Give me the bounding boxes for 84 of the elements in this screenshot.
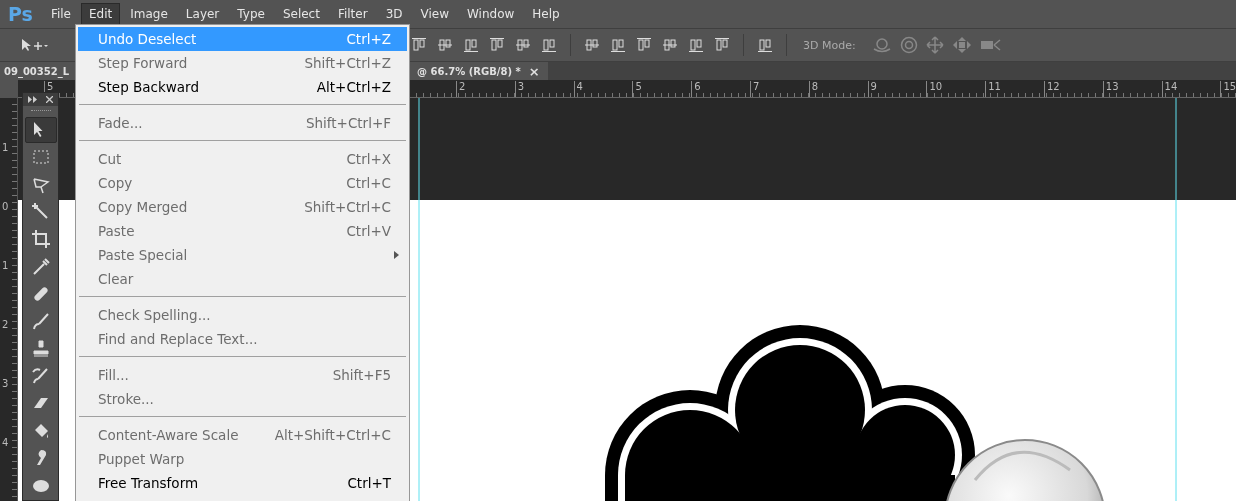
collapse-icon[interactable] bbox=[27, 95, 37, 103]
ruler-label: 15 bbox=[1220, 81, 1236, 97]
option-label: Check Spelling... bbox=[98, 307, 211, 323]
menu-option[interactable]: Free Transform Ctrl+T bbox=[78, 471, 407, 495]
menu-item[interactable]: Type bbox=[229, 3, 273, 25]
align-bottom-icon[interactable] bbox=[463, 37, 479, 53]
document-title: @ 66.7% (RGB/8) * bbox=[417, 65, 521, 77]
ruler-label: 13 bbox=[1102, 81, 1119, 97]
option-label: Step Forward bbox=[98, 55, 188, 71]
menu-item[interactable]: 3D bbox=[377, 3, 411, 25]
move-tool-preset[interactable] bbox=[20, 37, 48, 53]
option-label: Clear bbox=[98, 271, 134, 287]
menu-item[interactable]: Image bbox=[122, 3, 176, 25]
shortcut-label: Ctrl+C bbox=[346, 175, 391, 191]
menu-item[interactable]: Filter bbox=[329, 3, 376, 25]
shortcut-label: Shift+Ctrl+F bbox=[305, 115, 391, 131]
ruler-label: 3 bbox=[514, 81, 525, 97]
shortcut-label: Ctrl+Z bbox=[346, 31, 391, 47]
distribute-top-icon[interactable] bbox=[584, 37, 600, 53]
ruler-label: 1 bbox=[2, 260, 9, 271]
option-label: Copy Merged bbox=[98, 199, 188, 215]
option-label: Puppet Warp bbox=[98, 451, 185, 467]
auto-align-icon[interactable] bbox=[757, 37, 773, 53]
menu-item[interactable]: Select bbox=[274, 3, 328, 25]
ruler-label: 12 bbox=[1044, 81, 1060, 97]
close-icon[interactable] bbox=[46, 95, 54, 103]
ruler-label: 1 bbox=[2, 142, 9, 153]
ruler-label: 3 bbox=[2, 378, 9, 389]
ruler-label: 6 bbox=[691, 81, 701, 97]
align-left-icon[interactable] bbox=[489, 37, 505, 53]
option-label: Cut bbox=[98, 151, 122, 167]
option-label: Find and Replace Text... bbox=[98, 331, 258, 347]
close-tab-button[interactable]: × bbox=[528, 63, 540, 79]
shortcut-label: Shift+Ctrl+C bbox=[304, 199, 391, 215]
menu-option[interactable]: Undo Deselect Ctrl+Z bbox=[78, 27, 407, 51]
align-middle-icon[interactable] bbox=[437, 37, 453, 53]
menu-item[interactable]: View bbox=[412, 3, 457, 25]
align-right-icon[interactable] bbox=[541, 37, 557, 53]
ruler-label: 7 bbox=[750, 81, 760, 97]
shortcut-label: Alt+Ctrl+Z bbox=[316, 79, 391, 95]
option-label: Fill... bbox=[98, 367, 129, 383]
shortcut-label: Ctrl+V bbox=[346, 223, 391, 239]
ruler-label: 2 bbox=[2, 319, 9, 330]
ruler-label: 5 bbox=[632, 81, 642, 97]
option-label: Fade... bbox=[98, 115, 143, 131]
ruler-label: 0 bbox=[2, 201, 9, 212]
option-label: Step Backward bbox=[98, 79, 199, 95]
ruler-label: 8 bbox=[808, 81, 819, 97]
menu-item[interactable]: Edit bbox=[81, 3, 121, 25]
shortcut-label: Ctrl+T bbox=[347, 475, 391, 491]
option-label: Content-Aware Scale bbox=[98, 427, 239, 443]
option-label: Paste bbox=[98, 223, 135, 239]
menu-item[interactable]: File bbox=[42, 3, 79, 25]
ruler-label: 11 bbox=[985, 81, 1001, 97]
document-title: 09_00352_L bbox=[4, 65, 70, 77]
menu-item[interactable]: Help bbox=[524, 3, 568, 25]
menu-item[interactable]: Window bbox=[459, 3, 523, 25]
distribute-middle-icon[interactable] bbox=[610, 37, 626, 53]
distribute-right-icon[interactable] bbox=[714, 37, 730, 53]
shortcut-label: Shift+Ctrl+Z bbox=[304, 55, 391, 71]
ruler-label: 4 bbox=[573, 81, 583, 97]
menu-option[interactable]: Step Backward Alt+Ctrl+Z bbox=[78, 75, 407, 99]
3d-mode-label: 3D Mode: bbox=[803, 38, 856, 52]
option-label: Stroke... bbox=[98, 391, 154, 407]
shortcut-label: Ctrl+X bbox=[346, 151, 391, 167]
option-label: Free Transform bbox=[98, 475, 199, 491]
move-tool-icon[interactable] bbox=[24, 116, 57, 143]
ruler-label: 2 bbox=[456, 81, 466, 97]
align-center-icon[interactable] bbox=[515, 37, 531, 53]
shortcut-label: Shift+F5 bbox=[332, 367, 391, 383]
align-top-icon[interactable] bbox=[411, 37, 427, 53]
shortcut-label: Alt+Shift+Ctrl+C bbox=[274, 427, 391, 443]
option-label: Paste Special bbox=[98, 247, 188, 263]
ruler-label: 14 bbox=[1161, 81, 1178, 97]
distribute-left-icon[interactable] bbox=[662, 37, 678, 53]
option-label: Copy bbox=[98, 175, 133, 191]
ruler-label: 10 bbox=[926, 81, 943, 97]
menu-item[interactable]: Layer bbox=[177, 3, 228, 25]
ruler-label: 4 bbox=[2, 437, 9, 448]
distribute-center-icon[interactable] bbox=[688, 37, 704, 53]
ruler-label: 9 bbox=[867, 81, 877, 97]
option-label: Undo Deselect bbox=[98, 31, 197, 47]
app-logo: Ps bbox=[8, 3, 33, 25]
distribute-bottom-icon[interactable] bbox=[636, 37, 652, 53]
